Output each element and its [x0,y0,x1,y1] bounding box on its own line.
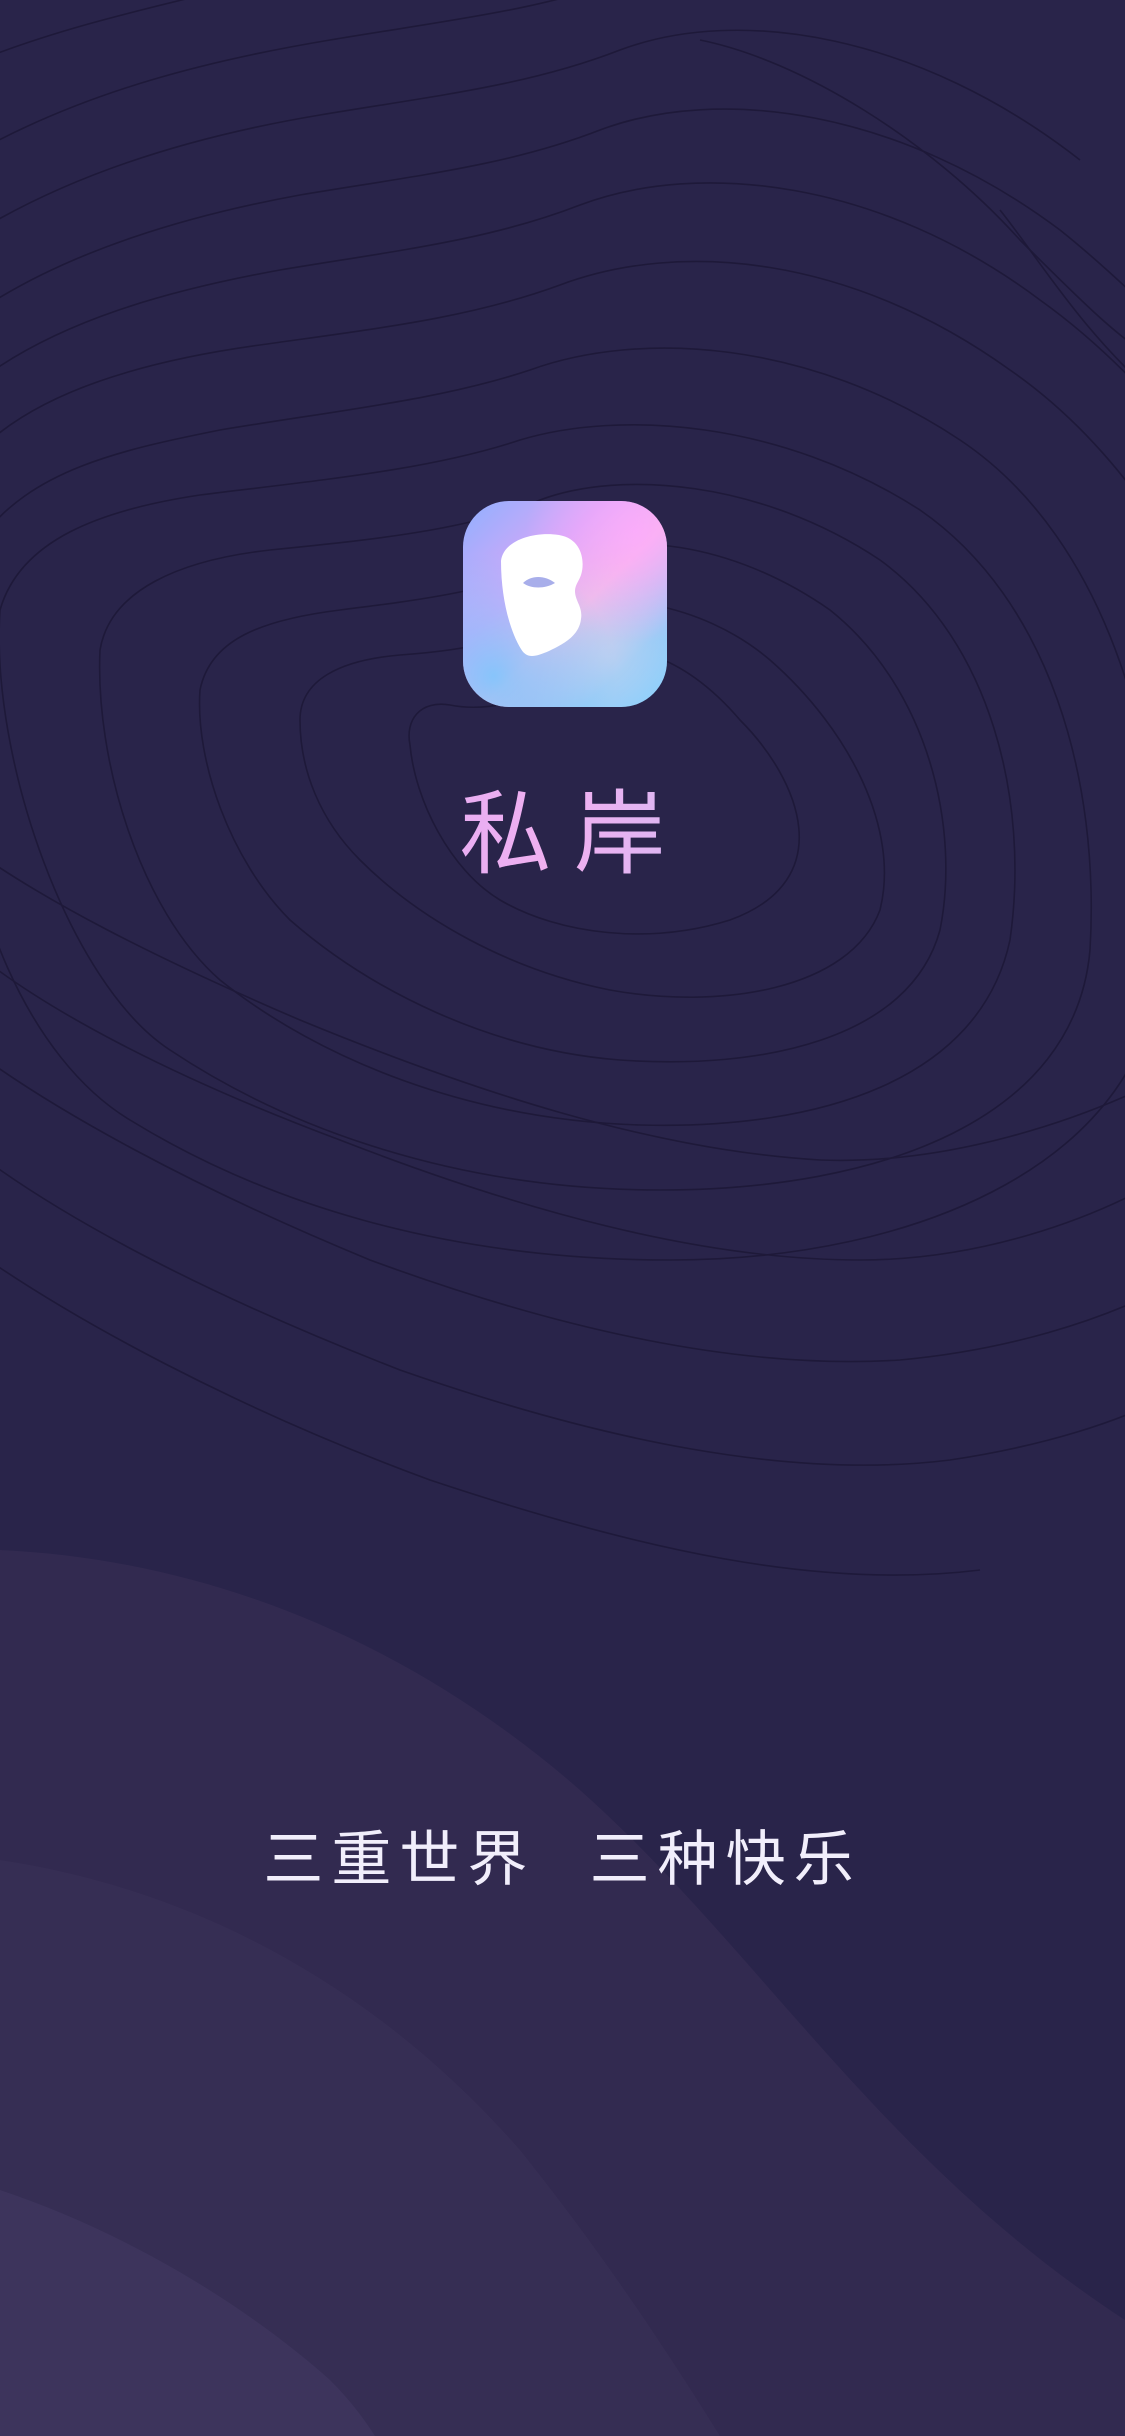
mask-logo-icon [463,501,667,707]
mask-shape-icon [501,534,583,656]
app-slogan: 三重世界 三种快乐 [263,1825,862,1895]
app-name: 私岸 [0,770,1125,900]
splash-screen: 私岸 三重世界 三种快乐 [0,0,1125,2436]
contour-background [0,0,1125,2436]
